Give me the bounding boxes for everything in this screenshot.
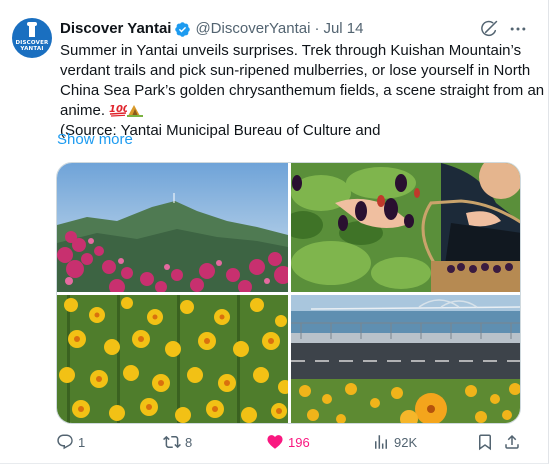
tweet-card[interactable]: DISCOVER YANTAI Discover Yantai @Discove… (0, 0, 549, 464)
share-icon (505, 434, 519, 449)
media-image-yellow-flowers[interactable] (57, 295, 288, 424)
retweet-icon (163, 435, 181, 449)
tweet-text: Summer in Yantai unveils surprises. Trek… (60, 41, 545, 141)
tweet-actions: 1 8 196 92K (0, 430, 549, 454)
mountain-camp-emoji (127, 105, 144, 117)
verified-badge-icon (175, 21, 191, 37)
tweet-date[interactable]: Jul 14 (323, 19, 363, 39)
share-button[interactable] (503, 430, 521, 454)
tweet-text-line: China Sea Park’s golden chrysanthemum fi… (60, 82, 545, 99)
tweet-text-line-with-emojis: anime. 100 (60, 101, 534, 121)
views-icon (375, 435, 387, 449)
retweet-button[interactable]: 8 (163, 430, 192, 454)
avatar[interactable]: DISCOVER YANTAI (12, 18, 52, 58)
media-image-mountain[interactable] (57, 163, 288, 292)
avatar-text-yantai: YANTAI (20, 46, 44, 52)
media-grid[interactable] (56, 162, 521, 424)
like-count: 196 (288, 434, 310, 450)
media-image-seaside-road[interactable] (291, 295, 521, 424)
more-options-icon[interactable] (508, 19, 528, 39)
retweet-count: 8 (185, 434, 193, 450)
reply-icon (57, 434, 73, 450)
bookmark-icon (479, 434, 491, 451)
hundred-points-emoji: 100 (109, 104, 127, 117)
like-button[interactable]: 196 (266, 430, 310, 454)
display-name[interactable]: Discover Yantai (60, 19, 171, 39)
show-more-link[interactable]: Show more (57, 130, 133, 150)
reply-button[interactable]: 1 (56, 430, 85, 454)
like-icon (267, 435, 283, 449)
tweet-text-line: anime. (60, 102, 110, 119)
handle[interactable]: @DiscoverYantai (195, 19, 310, 39)
separator-dot: · (314, 20, 320, 37)
media-image-mulberries[interactable] (291, 163, 521, 292)
grok-icon[interactable] (479, 19, 499, 39)
bookmark-button[interactable] (476, 430, 494, 454)
views-count: 92K (394, 434, 418, 450)
tweet-header: Discover Yantai @DiscoverYantai · Jul 14 (60, 19, 363, 39)
reply-count: 1 (78, 434, 86, 450)
views-button[interactable]: 92K (372, 430, 417, 454)
tweet-text-line: verdant trails and pick sun-ripened mulb… (60, 62, 531, 79)
tweet-text-line: Summer in Yantai unveils surprises. Trek… (60, 42, 522, 59)
